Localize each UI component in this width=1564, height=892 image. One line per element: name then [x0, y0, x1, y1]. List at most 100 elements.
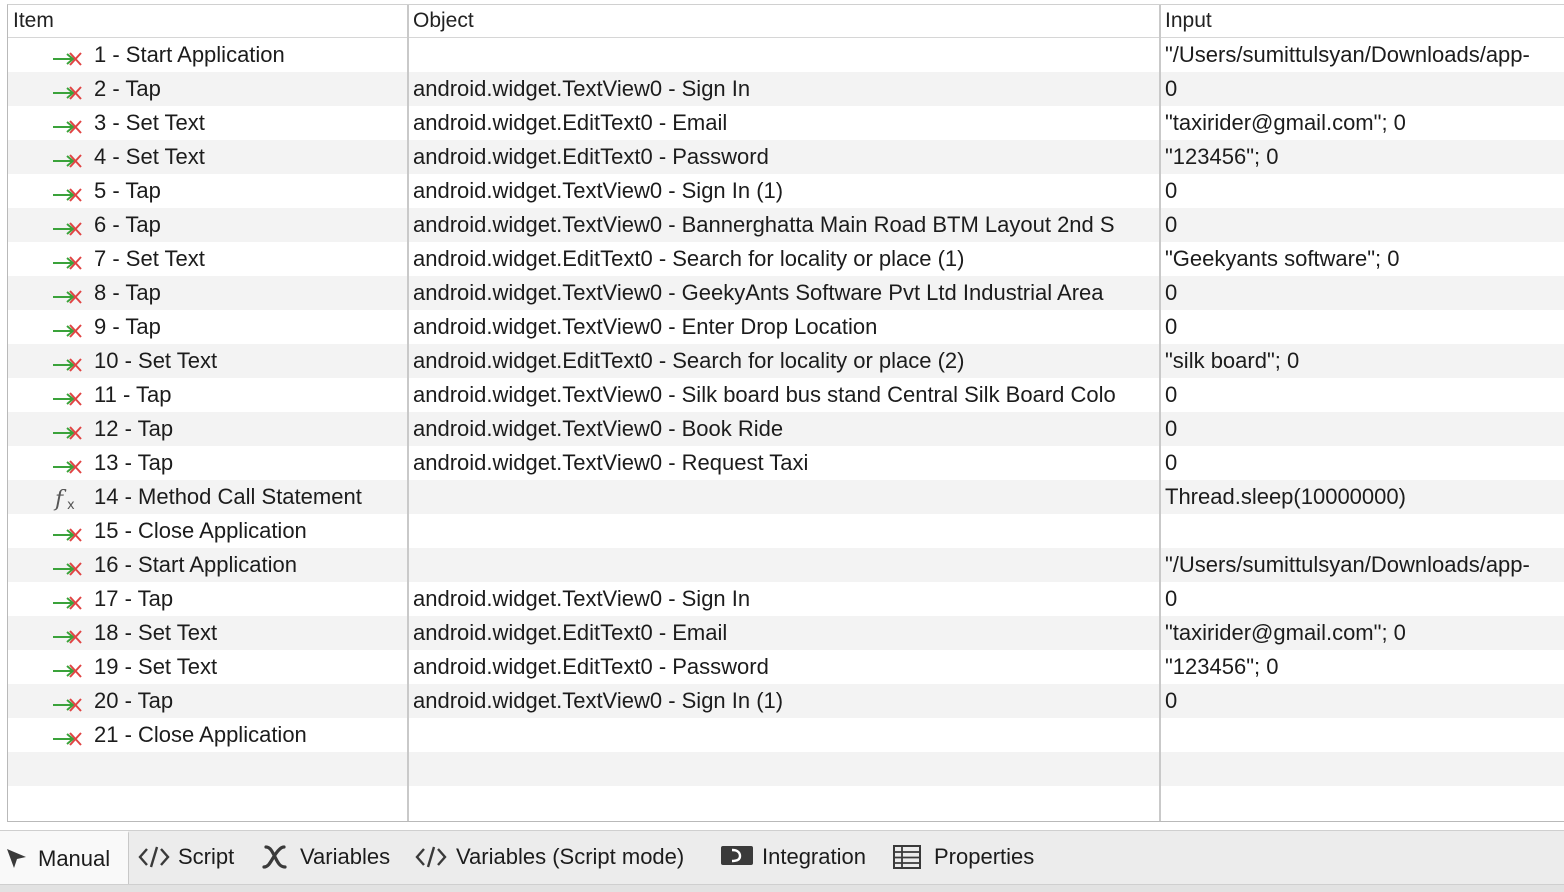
table-row[interactable]: 1 - Start Application "/Users/sumittulsya… — [8, 38, 1564, 72]
column-header-item[interactable]: Item — [8, 5, 408, 38]
object-cell[interactable]: android.widget.EditText0 - Email — [408, 106, 1160, 140]
table-row[interactable]: 7 - Set Text android.widget.EditText0 - S… — [8, 242, 1564, 276]
tab-properties[interactable]: Properties — [888, 831, 1058, 885]
object-cell[interactable]: android.widget.TextView0 - Silk board bu… — [408, 378, 1160, 412]
object-cell[interactable]: android.widget.TextView0 - Bannerghatta … — [408, 208, 1160, 242]
input-cell[interactable]: 0 — [1160, 174, 1564, 208]
table-row[interactable]: 3 - Set Text android.widget.EditText0 - E… — [8, 106, 1564, 140]
input-cell[interactable]: "taxirider@gmail.com"; 0 — [1160, 106, 1564, 140]
item-cell[interactable]: 3 - Set Text — [8, 106, 408, 140]
input-cell[interactable]: 0 — [1160, 276, 1564, 310]
input-cell[interactable]: "123456"; 0 — [1160, 650, 1564, 684]
item-cell[interactable]: 20 - Tap — [8, 684, 408, 718]
item-cell[interactable]: 1 - Start Application — [8, 38, 408, 72]
tab-script[interactable]: Script — [133, 831, 253, 885]
item-cell[interactable]: 18 - Set Text — [8, 616, 408, 650]
table-row[interactable]: 6 - Tap android.widget.TextView0 - Banner… — [8, 208, 1564, 242]
input-cell[interactable]: "/Users/sumittulsyan/Downloads/app- — [1160, 548, 1564, 582]
item-cell[interactable]: 9 - Tap — [8, 310, 408, 344]
item-cell[interactable]: 19 - Set Text — [8, 650, 408, 684]
column-header-input[interactable]: Input — [1160, 5, 1564, 38]
object-cell[interactable]: android.widget.TextView0 - Request Taxi — [408, 446, 1160, 480]
table-row[interactable]: f x 14 - Method Call Statement Thread.sleep… — [8, 480, 1564, 514]
tab-variables[interactable]: Variables — [256, 831, 406, 885]
item-cell[interactable]: 7 - Set Text — [8, 242, 408, 276]
object-cell[interactable]: android.widget.TextView0 - GeekyAnts Sof… — [408, 276, 1160, 310]
table-row[interactable]: 5 - Tap android.widget.TextView0 - Sign I… — [8, 174, 1564, 208]
input-cell[interactable]: Thread.sleep(10000000) — [1160, 480, 1564, 514]
object-cell[interactable]: android.widget.EditText0 - Password — [408, 140, 1160, 174]
column-divider[interactable] — [1159, 5, 1161, 821]
column-header-object[interactable]: Object — [408, 5, 1160, 38]
input-cell[interactable]: 0 — [1160, 310, 1564, 344]
item-cell[interactable]: 8 - Tap — [8, 276, 408, 310]
object-cell[interactable]: android.widget.TextView0 - Sign In — [408, 72, 1160, 106]
input-cell[interactable]: 0 — [1160, 684, 1564, 718]
object-cell[interactable] — [408, 38, 1160, 72]
item-cell[interactable]: 10 - Set Text — [8, 344, 408, 378]
input-cell[interactable]: 0 — [1160, 208, 1564, 242]
object-cell[interactable] — [408, 480, 1160, 514]
table-row[interactable]: 2 - Tap android.widget.TextView0 - Sign I… — [8, 72, 1564, 106]
object-cell[interactable]: android.widget.TextView0 - Book Ride — [408, 412, 1160, 446]
item-cell[interactable]: 16 - Start Application — [8, 548, 408, 582]
input-cell[interactable]: 0 — [1160, 582, 1564, 616]
item-label: 14 - Method Call Statement — [94, 484, 362, 509]
item-cell[interactable]: 13 - Tap — [8, 446, 408, 480]
input-cell[interactable]: "123456"; 0 — [1160, 140, 1564, 174]
table-row[interactable]: 11 - Tap android.widget.TextView0 - Silk … — [8, 378, 1564, 412]
table-row[interactable]: 10 - Set Text android.widget.EditText0 - … — [8, 344, 1564, 378]
tab-label: Variables (Script mode) — [456, 844, 685, 869]
table-row[interactable]: 17 - Tap android.widget.TextView0 - Sign … — [8, 582, 1564, 616]
item-cell[interactable]: 6 - Tap — [8, 208, 408, 242]
input-cell[interactable]: 0 — [1160, 446, 1564, 480]
item-cell[interactable]: 17 - Tap — [8, 582, 408, 616]
object-cell[interactable]: android.widget.TextView0 - Sign In — [408, 582, 1160, 616]
item-cell[interactable]: 5 - Tap — [8, 174, 408, 208]
item-cell[interactable]: 4 - Set Text — [8, 140, 408, 174]
tab-variables-script-mode[interactable]: Variables (Script mode) — [410, 831, 710, 885]
object-cell[interactable]: android.widget.EditText0 - Password — [408, 650, 1160, 684]
table-row[interactable]: 12 - Tap android.widget.TextView0 - Book … — [8, 412, 1564, 446]
item-cell[interactable]: 12 - Tap — [8, 412, 408, 446]
table-row[interactable]: 13 - Tap android.widget.TextView0 - Reque… — [8, 446, 1564, 480]
input-cell[interactable]: 0 — [1160, 72, 1564, 106]
item-cell[interactable]: 15 - Close Application — [8, 514, 408, 548]
column-divider[interactable] — [407, 5, 409, 821]
table-row[interactable]: 21 - Close Application — [8, 718, 1564, 752]
mobile-step-icon — [52, 147, 84, 168]
empty-row — [8, 752, 1564, 786]
table-row[interactable]: 9 - Tap android.widget.TextView0 - Enter … — [8, 310, 1564, 344]
tab-integration[interactable]: Integration — [716, 831, 886, 885]
table-row[interactable]: 4 - Set Text android.widget.EditText0 - P… — [8, 140, 1564, 174]
mobile-step-icon — [52, 623, 84, 644]
item-cell[interactable]: 11 - Tap — [8, 378, 408, 412]
input-cell[interactable]: "taxirider@gmail.com"; 0 — [1160, 616, 1564, 650]
object-cell[interactable] — [408, 718, 1160, 752]
table-row[interactable]: 16 - Start Application "/Users/sumittulsy… — [8, 548, 1564, 582]
input-cell[interactable]: "Geekyants software"; 0 — [1160, 242, 1564, 276]
table-row[interactable]: 20 - Tap android.widget.TextView0 - Sign … — [8, 684, 1564, 718]
object-cell[interactable] — [408, 514, 1160, 548]
input-cell[interactable]: 0 — [1160, 412, 1564, 446]
item-cell[interactable]: f x 14 - Method Call Statement — [8, 480, 408, 514]
object-cell[interactable]: android.widget.TextView0 - Enter Drop Lo… — [408, 310, 1160, 344]
input-cell[interactable]: "silk board"; 0 — [1160, 344, 1564, 378]
table-row[interactable]: 15 - Close Application — [8, 514, 1564, 548]
table-row[interactable]: 18 - Set Text android.widget.EditText0 - … — [8, 616, 1564, 650]
input-cell[interactable]: "/Users/sumittulsyan/Downloads/app- — [1160, 38, 1564, 72]
object-cell[interactable]: android.widget.TextView0 - Sign In (1) — [408, 174, 1160, 208]
object-cell[interactable] — [408, 548, 1160, 582]
input-cell[interactable] — [1160, 718, 1564, 752]
object-cell[interactable]: android.widget.EditText0 - Search for lo… — [408, 242, 1160, 276]
item-cell[interactable]: 21 - Close Application — [8, 718, 408, 752]
table-row[interactable]: 19 - Set Text android.widget.EditText0 - … — [8, 650, 1564, 684]
tab-manual[interactable]: Manual — [0, 831, 129, 885]
object-cell[interactable]: android.widget.EditText0 - Email — [408, 616, 1160, 650]
object-cell[interactable]: android.widget.EditText0 - Search for lo… — [408, 344, 1160, 378]
input-cell[interactable]: 0 — [1160, 378, 1564, 412]
input-cell[interactable] — [1160, 514, 1564, 548]
object-cell[interactable]: android.widget.TextView0 - Sign In (1) — [408, 684, 1160, 718]
item-cell[interactable]: 2 - Tap — [8, 72, 408, 106]
table-row[interactable]: 8 - Tap android.widget.TextView0 - GeekyA… — [8, 276, 1564, 310]
